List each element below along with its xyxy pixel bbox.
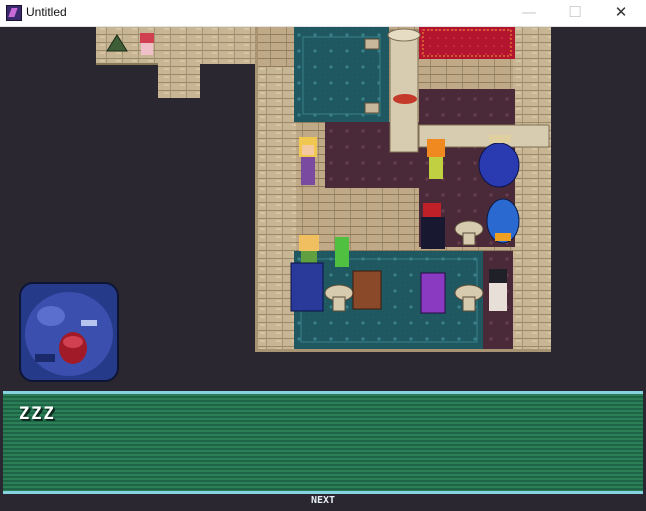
blonde-girl-sprite[interactable] bbox=[299, 137, 317, 185]
green-fairy-sprite[interactable] bbox=[335, 237, 349, 267]
maximize-icon: ☐ bbox=[568, 3, 582, 21]
window-title: Untitled bbox=[26, 5, 67, 19]
corridor-step bbox=[158, 64, 200, 98]
blue-beast-sprite[interactable] bbox=[290, 262, 324, 312]
brown-bird-creature-sprite[interactable] bbox=[352, 270, 382, 310]
close-button[interactable]: ✕ bbox=[598, 0, 644, 26]
speaker-portrait bbox=[19, 282, 119, 382]
next-prompt[interactable]: NEXT bbox=[3, 494, 643, 508]
left-wall-bricks bbox=[258, 67, 296, 349]
dialog-textbox[interactable]: ZZZ bbox=[3, 391, 643, 494]
game-viewport[interactable]: ZZZ NEXT bbox=[3, 27, 643, 508]
title-bar: Untitled — ☐ ✕ bbox=[0, 0, 646, 27]
red-rug bbox=[419, 27, 515, 59]
dialog-message: ZZZ bbox=[19, 404, 56, 424]
blue-dragon-2-sprite[interactable] bbox=[486, 198, 520, 244]
maximize-button[interactable]: ☐ bbox=[552, 0, 598, 26]
stone-pillar bbox=[389, 29, 419, 153]
close-icon: ✕ bbox=[614, 3, 628, 21]
dark-haired-boy-sprite[interactable] bbox=[489, 269, 507, 311]
dialog-panel: ZZZ NEXT bbox=[3, 389, 643, 508]
orange-haired-girl-sprite[interactable] bbox=[427, 139, 445, 179]
sleeping-blue-beast-icon bbox=[21, 284, 117, 380]
blonde-girl-2-sprite[interactable] bbox=[299, 235, 319, 267]
minimize-icon: — bbox=[521, 3, 537, 21]
stool bbox=[364, 38, 380, 50]
stool bbox=[364, 102, 380, 114]
purple-hooded-figure-sprite[interactable] bbox=[420, 272, 446, 314]
right-wall-bricks bbox=[513, 27, 551, 349]
minimize-button[interactable]: — bbox=[506, 0, 552, 26]
red-haired-girl-sprite[interactable] bbox=[140, 33, 154, 55]
app-icon bbox=[6, 5, 22, 21]
